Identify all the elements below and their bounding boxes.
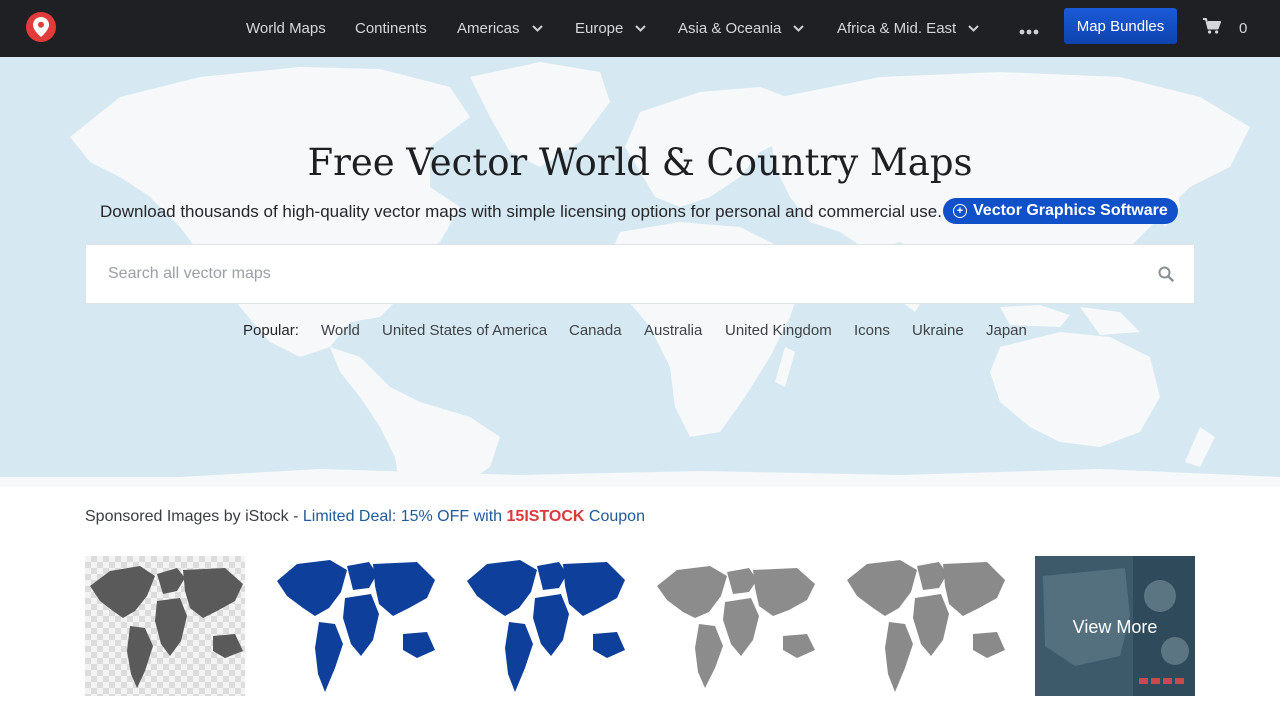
sponsored-image-1[interactable]: [85, 556, 245, 696]
coupon-code: 15ISTOCK: [506, 508, 585, 525]
chevron-down-icon: [531, 25, 543, 32]
sponsored-image-5[interactable]: [845, 556, 1005, 696]
nav-europe-label: Europe: [575, 20, 624, 37]
sponsored-prefix: Sponsored Images by iStock -: [85, 508, 303, 525]
nav-africa-mid-east-label: Africa & Mid. East: [837, 20, 957, 37]
top-navbar: World Maps Continents Americas Europe As…: [0, 0, 1280, 57]
nav-continents[interactable]: Continents: [355, 0, 427, 57]
map-pin-logo-icon[interactable]: [26, 12, 56, 42]
world-map-thumbnail: [847, 560, 1005, 692]
hero-subtitle: Download thousands of high-quality vecto…: [100, 202, 942, 221]
popular-link-australia[interactable]: Australia: [644, 322, 702, 339]
nav-continents-label: Continents: [355, 20, 427, 37]
world-map-thumbnail: [277, 560, 435, 692]
cart-count: 0: [1239, 20, 1248, 37]
limited-deal-link[interactable]: Limited Deal: 15% OFF with 15ISTOCK Coup…: [303, 508, 645, 525]
popular-link-world[interactable]: World: [321, 322, 360, 339]
shopping-cart-icon: [1203, 18, 1221, 39]
chevron-down-icon: [793, 25, 805, 32]
search-input[interactable]: [108, 245, 1128, 303]
popular-link-usa[interactable]: United States of America: [382, 322, 547, 339]
map-bundles-button[interactable]: Map Bundles: [1064, 8, 1177, 44]
page-title: Free Vector World & Country Maps: [307, 141, 973, 184]
popular-link-japan[interactable]: Japan: [986, 322, 1027, 339]
vector-graphics-software-link[interactable]: + Vector Graphics Software: [943, 198, 1178, 224]
plus-circle-icon: +: [953, 204, 967, 218]
nav-world-maps-label: World Maps: [246, 20, 326, 37]
nav-asia-oceania-label: Asia & Oceania: [678, 20, 782, 37]
nav-americas[interactable]: Americas: [457, 0, 543, 57]
more-dots-icon[interactable]: [1019, 19, 1039, 40]
world-map-thumbnail: [467, 560, 625, 692]
popular-link-icons[interactable]: Icons: [854, 322, 890, 339]
cart-button[interactable]: 0: [1203, 18, 1247, 39]
search-bar: [85, 244, 1195, 304]
sponsored-image-2[interactable]: [275, 556, 435, 696]
sponsored-line: Sponsored Images by iStock - Limited Dea…: [85, 508, 645, 526]
nav-world-maps[interactable]: World Maps: [246, 0, 326, 57]
vector-graphics-software-label: Vector Graphics Software: [973, 202, 1168, 219]
view-more-button[interactable]: View More: [1035, 556, 1195, 696]
deal-suffix: Coupon: [584, 508, 645, 525]
world-map-thumbnail: [90, 566, 243, 688]
nav-africa-mid-east[interactable]: Africa & Mid. East: [837, 0, 979, 57]
popular-label: Popular:: [243, 322, 299, 339]
nav-asia-oceania[interactable]: Asia & Oceania: [678, 0, 805, 57]
deal-text: Limited Deal: 15% OFF with: [302, 508, 507, 525]
chevron-down-icon: [968, 25, 979, 32]
hero-section: Free Vector World & Country Maps Downloa…: [0, 57, 1280, 487]
nav-europe[interactable]: Europe: [575, 0, 647, 57]
nav-americas-label: Americas: [457, 20, 520, 37]
chevron-down-icon: [635, 25, 647, 32]
sponsored-image-4[interactable]: [655, 556, 815, 696]
world-map-thumbnail: [657, 566, 815, 688]
sponsored-image-3[interactable]: [465, 556, 625, 696]
popular-link-united-kingdom[interactable]: United Kingdom: [725, 322, 832, 339]
popular-link-ukraine[interactable]: Ukraine: [912, 322, 964, 339]
view-more-label: View More: [1072, 617, 1158, 637]
popular-link-canada[interactable]: Canada: [569, 322, 622, 339]
search-icon[interactable]: [1158, 266, 1174, 287]
